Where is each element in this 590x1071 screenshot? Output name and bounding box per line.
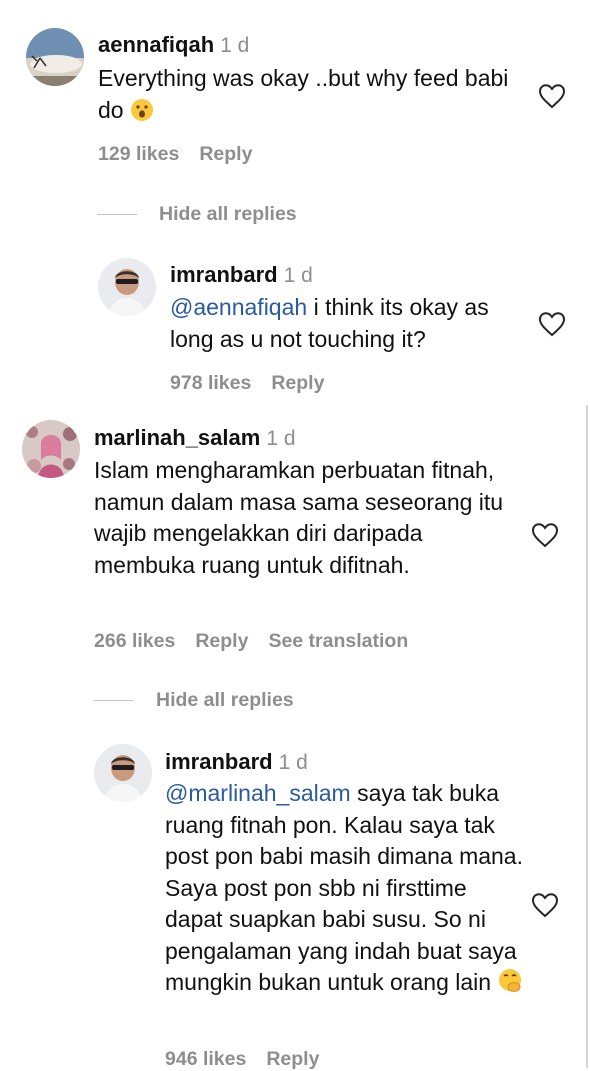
comment-header: marlinah_salam 1 d [94, 425, 296, 451]
username[interactable]: aennafiqah [98, 32, 214, 57]
divider [94, 700, 134, 701]
avatar[interactable] [98, 258, 156, 316]
reply-button[interactable]: Reply [271, 372, 324, 394]
comment-actions: 129 likes Reply [98, 143, 272, 166]
face-hand-over-mouth-emoji [497, 968, 523, 1003]
comment-aennafiqah: aennafiqah 1 d Everything was okay ..but … [0, 0, 590, 405]
hide-replies-button[interactable]: Hide all replies [94, 689, 294, 712]
see-translation-button[interactable]: See translation [268, 630, 408, 652]
avatar[interactable] [22, 420, 80, 478]
divider [97, 214, 137, 215]
reply-header: imranbard 1 d [170, 262, 313, 288]
timestamp: 1 d [278, 751, 308, 774]
reply-header: imranbard 1 d [165, 749, 308, 775]
username[interactable]: marlinah_salam [94, 425, 260, 450]
timestamp: 1 d [283, 264, 313, 287]
likes-count[interactable]: 978 likes [170, 372, 251, 394]
reply-text: @marlinah_salam saya tak buka ruang fitn… [165, 778, 525, 1003]
heart-outline-icon[interactable] [538, 83, 566, 109]
heart-outline-icon[interactable] [531, 892, 559, 918]
timestamp: 1 d [220, 34, 250, 57]
comment-marlinah-salam: marlinah_salam 1 d Islam mengharamkan per… [0, 405, 590, 1070]
heart-outline-icon[interactable] [538, 311, 566, 337]
comment-header: aennafiqah 1 d [98, 32, 249, 58]
mention-link[interactable]: @marlinah_salam [165, 780, 351, 806]
comment-text: Islam mengharamkan perbuatan fitnah, nam… [94, 457, 504, 578]
avatar[interactable] [94, 744, 152, 802]
reply-actions: 978 likes Reply [170, 372, 344, 395]
mention-link[interactable]: @aennafiqah [170, 294, 307, 320]
username[interactable]: imranbard [170, 262, 278, 287]
hide-replies-button[interactable]: Hide all replies [97, 203, 297, 226]
likes-count[interactable]: 129 likes [98, 143, 179, 165]
comment-actions: 266 likes Reply See translation [94, 630, 428, 653]
likes-count[interactable]: 266 likes [94, 630, 175, 652]
reply-button[interactable]: Reply [195, 630, 248, 652]
username[interactable]: imranbard [165, 749, 273, 774]
likes-count[interactable]: 946 likes [165, 1048, 246, 1070]
reply-button[interactable]: Reply [266, 1048, 319, 1070]
reply-text: @aennafiqah i think its okay as long as … [170, 294, 489, 352]
reply-button[interactable]: Reply [199, 143, 252, 165]
heart-outline-icon[interactable] [531, 522, 559, 548]
comment-text: Everything was okay ..but why feed babi … [98, 63, 518, 130]
avatar[interactable] [26, 28, 84, 86]
timestamp: 1 d [266, 427, 296, 450]
face-open-mouth-emoji [130, 98, 154, 131]
